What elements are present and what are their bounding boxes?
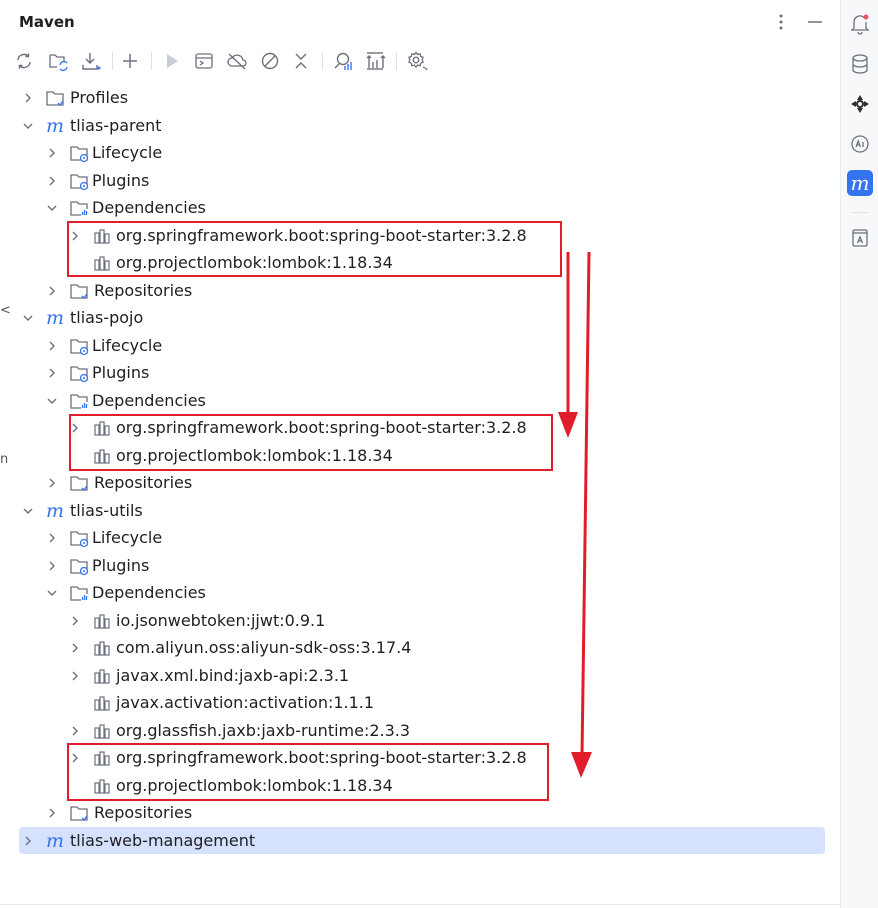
right-tool-stripe: m (840, 0, 878, 908)
annotation-arrow-to-utils (571, 251, 592, 778)
ai-assistant-icon (851, 135, 869, 153)
ai-spiral-button[interactable] (847, 91, 873, 117)
translate-button[interactable] (847, 225, 873, 251)
translate-icon (852, 229, 868, 247)
tool-stripe-separator (851, 212, 869, 213)
ai-spiral-icon (851, 95, 869, 113)
clipped-edge-glyph: n (0, 452, 9, 467)
maven-tool-button[interactable]: m (847, 170, 873, 196)
annotation-arrows (558, 251, 592, 778)
annotation-arrow-to-pojo (558, 252, 578, 438)
database-button[interactable] (847, 51, 873, 77)
ai-assistant-button[interactable] (847, 131, 873, 157)
notifications-button[interactable] (847, 11, 873, 37)
notifications-icon (850, 14, 870, 35)
maven-icon: m (850, 171, 870, 195)
database-icon (852, 54, 868, 74)
clipped-edge-glyph: < (0, 303, 11, 318)
